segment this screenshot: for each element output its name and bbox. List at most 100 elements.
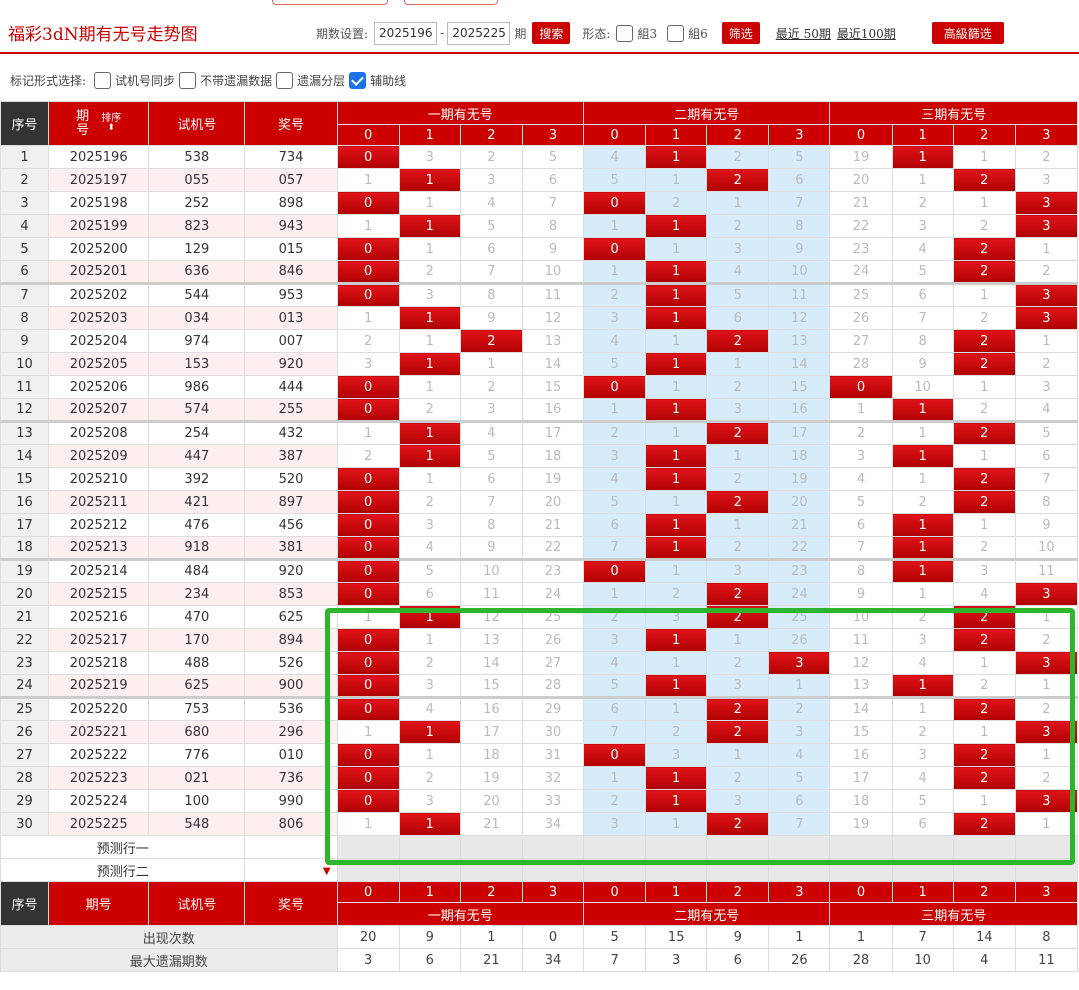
period-from-input[interactable]: 2025196 [374, 21, 438, 45]
digit-header: 3 [1014, 881, 1079, 903]
miss-cell: 6 [706, 306, 770, 330]
prediction-cell[interactable] [952, 835, 1016, 859]
search-button[interactable]: 搜索 [532, 22, 571, 44]
nav-tab-2[interactable] [404, 0, 498, 5]
hit-cell: 0 [336, 536, 400, 560]
prediction-toggle[interactable]: ▼ [244, 858, 338, 882]
checkbox-checked[interactable] [349, 72, 367, 89]
prediction-cell[interactable] [521, 835, 585, 859]
hit-cell: 0 [336, 237, 400, 261]
prediction-cell[interactable] [336, 835, 400, 859]
miss-cell: 2 [1014, 145, 1079, 169]
hit-cell: 0 [829, 375, 893, 399]
prediction-cell[interactable] [952, 858, 1016, 882]
miss-cell: 3 [706, 674, 770, 698]
table-row: 2 2025197 055 057 1 1 3 6 5 1 2 6 20 1 2 3 [0, 168, 1079, 192]
miss-cell: 9 [1014, 513, 1079, 537]
col-period-header[interactable]: 期号 排序 ⬍ [48, 101, 150, 146]
miss-cell: 1 [952, 375, 1016, 399]
footer-zone-header: 三期有无号 [829, 902, 1078, 926]
miss-cell: 4 [459, 420, 523, 445]
row-index: 23 [0, 651, 50, 675]
prediction-cell[interactable] [768, 858, 831, 882]
row-test-number: 153 [148, 352, 246, 376]
recent50-link[interactable]: 最近 50期 [776, 25, 831, 42]
row-index: 9 [0, 329, 50, 353]
miss-cell: 30 [521, 720, 585, 744]
checkbox[interactable] [179, 72, 197, 89]
miss-cell: 1 [583, 260, 647, 284]
prediction-cell[interactable] [398, 858, 461, 882]
prediction-cell[interactable] [891, 858, 954, 882]
prediction-cell[interactable] [336, 858, 400, 882]
row-prize-number: 898 [244, 191, 338, 215]
row-index: 17 [0, 513, 50, 537]
miss-cell: 2 [645, 582, 708, 606]
advanced-filter-button[interactable]: 高級篩选 [931, 22, 1004, 44]
nav-tab-1[interactable] [272, 0, 388, 5]
hit-cell: 2 [952, 766, 1016, 790]
prediction-cell[interactable] [398, 835, 461, 859]
miss-cell: 13 [768, 329, 831, 353]
col-period-label2: 号 [76, 122, 90, 138]
mark-option-miss-layer[interactable]: 遗漏分层 [276, 72, 345, 89]
filter-button[interactable]: 筛选 [721, 22, 760, 44]
group6-checkbox[interactable] [667, 24, 685, 42]
table-row: 27 2025222 776 010 0 1 18 31 0 3 1 4 16 3 2 1 [0, 743, 1079, 767]
table-row: 24 2025219 625 900 0 3 15 28 5 1 3 1 13 1 2 1 [0, 674, 1079, 698]
miss-cell: 17 [768, 420, 831, 445]
miss-cell: 13 [829, 674, 893, 698]
row-period: 2025198 [48, 191, 150, 215]
mark-option-label: 遗漏分层 [297, 74, 346, 88]
row-prize-number: 900 [244, 674, 338, 698]
group6-label: 組6 [688, 26, 708, 41]
hit-cell: 1 [645, 145, 708, 169]
prediction-cell[interactable] [891, 835, 954, 859]
prediction-cell[interactable] [768, 835, 831, 859]
prediction-cell[interactable] [706, 835, 770, 859]
miss-cell: 1 [583, 214, 647, 238]
sort-control[interactable]: 排序 ⬍ [101, 114, 121, 133]
prediction-cell[interactable] [829, 835, 893, 859]
period-to-input[interactable]: 2025225 [447, 21, 511, 45]
mark-option-no-miss[interactable]: 不带遗漏数据 [179, 72, 272, 89]
prediction-cell[interactable] [1014, 858, 1079, 882]
prediction-cell[interactable] [829, 858, 893, 882]
miss-cell: 1 [706, 444, 770, 468]
prediction-cell[interactable] [459, 858, 523, 882]
row-period: 2025199 [48, 214, 150, 238]
prediction-cell[interactable] [1014, 835, 1079, 859]
row-prize-number: 526 [244, 651, 338, 675]
miss-cell: 26 [768, 628, 831, 652]
prediction-cell[interactable] [645, 858, 708, 882]
miss-cell: 2 [952, 306, 1016, 330]
group3-checkbox[interactable] [616, 24, 634, 42]
miss-cell: 1 [706, 191, 770, 215]
sort-arrows-icon[interactable]: ⬍ [101, 124, 121, 133]
checkbox[interactable] [94, 72, 112, 89]
prediction-cell[interactable] [521, 858, 585, 882]
caret-down-icon[interactable]: ▼ [323, 866, 331, 877]
prediction-cell[interactable] [706, 858, 770, 882]
prediction-cell[interactable] [583, 835, 647, 859]
miss-cell: 5 [583, 352, 647, 376]
prediction-cell[interactable] [645, 835, 708, 859]
recent100-link[interactable]: 最近100期 [837, 25, 896, 42]
mark-option-test-sync[interactable]: 试机号同步 [94, 72, 175, 89]
miss-cell: 3 [583, 444, 647, 468]
hit-cell: 2 [952, 628, 1016, 652]
table-row: 30 2025225 548 806 1 1 21 34 3 1 2 7 19 6 2 1 [0, 812, 1079, 836]
miss-cell: 20 [829, 168, 893, 192]
row-index: 14 [0, 444, 50, 468]
miss-cell: 26 [829, 306, 893, 330]
prediction-cell[interactable] [583, 858, 647, 882]
prediction-cell[interactable] [459, 835, 523, 859]
checkbox[interactable] [276, 72, 294, 89]
miss-cell: 32 [521, 766, 585, 790]
appear-count-value: 0 [521, 925, 585, 949]
miss-cell: 16 [521, 398, 585, 422]
miss-cell: 11 [829, 628, 893, 652]
table-row: 9 2025204 974 007 2 1 2 13 4 1 2 13 27 8 2 1 [0, 329, 1079, 353]
footer-header-row: 序号 期号 试机号 奖号 0 1 2 3 0 1 2 3 0 1 2 3 [0, 881, 1079, 926]
mark-option-guide-line[interactable]: 辅助线 [349, 72, 406, 89]
